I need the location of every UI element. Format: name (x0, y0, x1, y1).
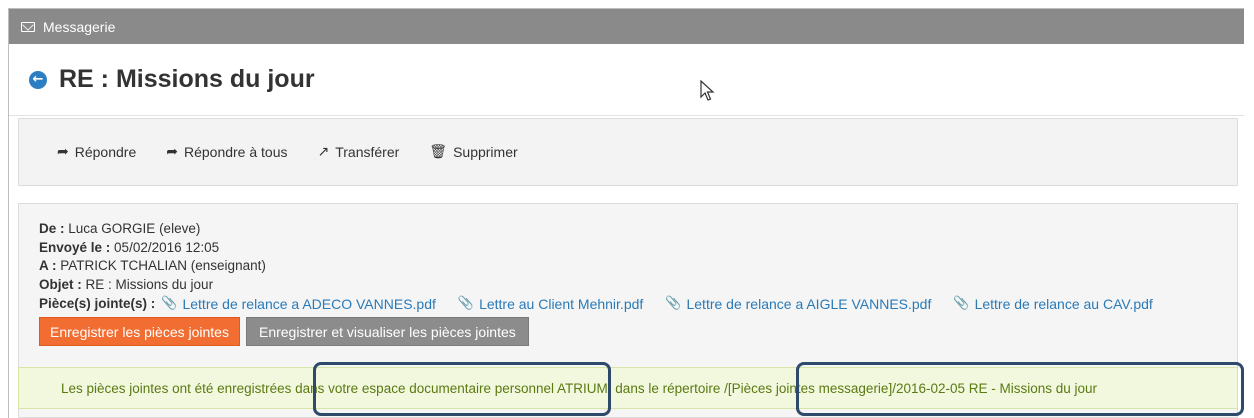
subject-value: RE : Missions du jour (85, 276, 214, 292)
sent-line: Envoyé le : 05/02/2016 12:05 (39, 239, 1237, 258)
save-and-view-button[interactable]: Enregistrer et visualiser les pièces joi… (245, 317, 529, 346)
attachment-link[interactable]: 📎 Lettre au Client Mehnir.pdf (458, 294, 643, 314)
paperclip-icon: 📎 (161, 296, 178, 311)
paperclip-icon: 📎 (665, 296, 682, 311)
reply-icon: ➦ (57, 144, 69, 160)
paperclip-icon: 📎 (953, 296, 970, 311)
reply-button[interactable]: ➦ Répondre (57, 144, 136, 160)
save-attachments-button[interactable]: Enregistrer les pièces jointes (39, 317, 240, 346)
sent-label: Envoyé le : (39, 239, 111, 255)
from-label: De : (39, 221, 65, 236)
reply-label: Répondre (74, 144, 137, 160)
trash-icon: 🗑 (429, 144, 448, 160)
reply-all-button[interactable]: ➦ Répondre à tous (166, 144, 287, 160)
page-title: RE : Missions du jour (59, 65, 315, 93)
attachment-actions: Enregistrer les pièces jointes Enregistr… (39, 317, 1237, 346)
from-value: Luca GORGIE (eleve) (68, 221, 201, 236)
forward-label: Transférer (335, 144, 400, 160)
subject-line: Objet : RE : Missions du jour (39, 276, 1237, 295)
attachment-name: Lettre de relance a AIGLE VANNES.pdf (686, 296, 932, 312)
back-arrow-icon[interactable]: ← (29, 70, 47, 89)
to-label: A : (39, 258, 57, 273)
attachment-name: Lettre de relance a ADECO VANNES.pdf (182, 296, 436, 312)
sent-value: 05/02/2016 12:05 (114, 239, 220, 255)
module-bar: Messagerie (9, 9, 1244, 44)
delete-label: Supprimer (453, 144, 518, 160)
highlight-box (796, 362, 1244, 416)
reply-all-label: Répondre à tous (183, 144, 288, 160)
paperclip-icon: 📎 (457, 296, 475, 311)
envelope-icon (21, 21, 35, 32)
from-line: De : Luca GORGIE (eleve) (39, 220, 1237, 239)
attachments-row: Pièce(s) jointe(s) : 📎 Lettre de relance… (39, 294, 1237, 314)
delete-button[interactable]: 🗑 Supprimer (429, 144, 517, 160)
attachment-link[interactable]: 📎 Lettre de relance a ADECO VANNES.pdf (161, 294, 436, 314)
to-line: A : PATRICK TCHALIAN (enseignant) (39, 257, 1237, 276)
reply-all-icon: ➦ (166, 144, 178, 160)
attachment-name: Lettre de relance au CAV.pdf (974, 296, 1153, 312)
attachment-name: Lettre au Client Mehnir.pdf (479, 296, 644, 312)
forward-button[interactable]: ↗ Transférer (318, 144, 400, 160)
message-toolbar: ➦ Répondre ➦ Répondre à tous ↗ Transfére… (18, 118, 1238, 186)
subject-label: Objet : (39, 276, 82, 292)
module-title: Messagerie (43, 18, 116, 35)
attachment-link[interactable]: 📎 Lettre de relance a AIGLE VANNES.pdf (665, 294, 931, 314)
title-row: ← RE : Missions du jour (9, 44, 1244, 116)
to-value: PATRICK TCHALIAN (enseignant) (60, 258, 266, 273)
highlight-box (313, 362, 611, 416)
mouse-cursor-icon (700, 80, 715, 101)
attachment-link[interactable]: 📎 Lettre de relance au CAV.pdf (953, 294, 1152, 314)
forward-icon: ↗ (317, 144, 330, 160)
attachments-label: Pièce(s) jointe(s) : (39, 296, 156, 311)
